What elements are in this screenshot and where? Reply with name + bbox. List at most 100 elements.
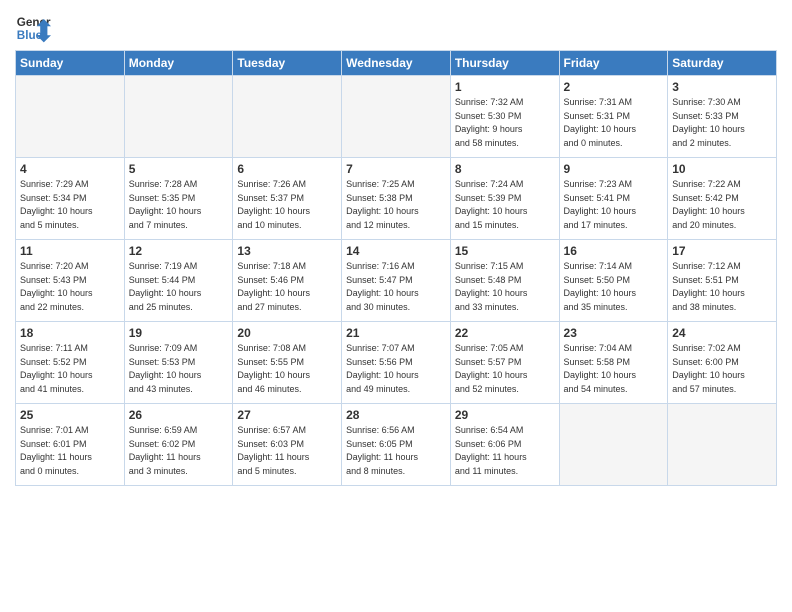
- day-info: Sunrise: 6:57 AM Sunset: 6:03 PM Dayligh…: [237, 424, 337, 478]
- day-number: 3: [672, 80, 772, 94]
- day-info: Sunrise: 7:18 AM Sunset: 5:46 PM Dayligh…: [237, 260, 337, 314]
- day-cell: [668, 404, 777, 486]
- day-info: Sunrise: 7:29 AM Sunset: 5:34 PM Dayligh…: [20, 178, 120, 232]
- weekday-header-wednesday: Wednesday: [342, 51, 451, 76]
- day-number: 8: [455, 162, 555, 176]
- day-cell: 9 Sunrise: 7:23 AM Sunset: 5:41 PM Daylig…: [559, 158, 668, 240]
- day-cell: [16, 76, 125, 158]
- day-cell: 23 Sunrise: 7:04 AM Sunset: 5:58 PM Dayli…: [559, 322, 668, 404]
- week-row-3: 11 Sunrise: 7:20 AM Sunset: 5:43 PM Dayli…: [16, 240, 777, 322]
- day-number: 10: [672, 162, 772, 176]
- day-cell: 27 Sunrise: 6:57 AM Sunset: 6:03 PM Dayli…: [233, 404, 342, 486]
- day-number: 24: [672, 326, 772, 340]
- day-cell: 1 Sunrise: 7:32 AM Sunset: 5:30 PM Daylig…: [450, 76, 559, 158]
- day-info: Sunrise: 7:04 AM Sunset: 5:58 PM Dayligh…: [564, 342, 664, 396]
- weekday-header-tuesday: Tuesday: [233, 51, 342, 76]
- day-number: 14: [346, 244, 446, 258]
- day-cell: 24 Sunrise: 7:02 AM Sunset: 6:00 PM Dayli…: [668, 322, 777, 404]
- day-cell: 20 Sunrise: 7:08 AM Sunset: 5:55 PM Dayli…: [233, 322, 342, 404]
- weekday-header-thursday: Thursday: [450, 51, 559, 76]
- day-number: 26: [129, 408, 229, 422]
- day-number: 4: [20, 162, 120, 176]
- day-cell: 17 Sunrise: 7:12 AM Sunset: 5:51 PM Dayli…: [668, 240, 777, 322]
- day-info: Sunrise: 6:59 AM Sunset: 6:02 PM Dayligh…: [129, 424, 229, 478]
- header: General Blue: [15, 10, 777, 46]
- day-number: 5: [129, 162, 229, 176]
- day-number: 23: [564, 326, 664, 340]
- day-cell: 5 Sunrise: 7:28 AM Sunset: 5:35 PM Daylig…: [124, 158, 233, 240]
- day-cell: 12Sunrise: 7:19 AM Sunset: 5:44 PM Dayli…: [124, 240, 233, 322]
- day-info: Sunrise: 6:54 AM Sunset: 6:06 PM Dayligh…: [455, 424, 555, 478]
- day-cell: 21 Sunrise: 7:07 AM Sunset: 5:56 PM Dayli…: [342, 322, 451, 404]
- day-cell: 13 Sunrise: 7:18 AM Sunset: 5:46 PM Dayli…: [233, 240, 342, 322]
- day-cell: 2 Sunrise: 7:31 AM Sunset: 5:31 PM Daylig…: [559, 76, 668, 158]
- day-number: 20: [237, 326, 337, 340]
- day-info: Sunrise: 7:28 AM Sunset: 5:35 PM Dayligh…: [129, 178, 229, 232]
- day-info: Sunrise: 7:23 AM Sunset: 5:41 PM Dayligh…: [564, 178, 664, 232]
- day-info: Sunrise: 7:26 AM Sunset: 5:37 PM Dayligh…: [237, 178, 337, 232]
- calendar-container: General Blue SundayMondayTuesdayWednesda…: [0, 0, 792, 496]
- day-number: 9: [564, 162, 664, 176]
- day-info: Sunrise: 7:30 AM Sunset: 5:33 PM Dayligh…: [672, 96, 772, 150]
- day-cell: 10Sunrise: 7:22 AM Sunset: 5:42 PM Dayli…: [668, 158, 777, 240]
- day-number: 27: [237, 408, 337, 422]
- day-number: 12: [129, 244, 229, 258]
- day-cell: [342, 76, 451, 158]
- day-number: 19: [129, 326, 229, 340]
- day-cell: 14 Sunrise: 7:16 AM Sunset: 5:47 PM Dayli…: [342, 240, 451, 322]
- week-row-5: 25Sunrise: 7:01 AM Sunset: 6:01 PM Dayli…: [16, 404, 777, 486]
- day-cell: 7 Sunrise: 7:25 AM Sunset: 5:38 PM Daylig…: [342, 158, 451, 240]
- day-number: 2: [564, 80, 664, 94]
- day-cell: 19 Sunrise: 7:09 AM Sunset: 5:53 PM Dayli…: [124, 322, 233, 404]
- day-cell: 22Sunrise: 7:05 AM Sunset: 5:57 PM Dayli…: [450, 322, 559, 404]
- day-cell: 25Sunrise: 7:01 AM Sunset: 6:01 PM Dayli…: [16, 404, 125, 486]
- day-info: Sunrise: 7:02 AM Sunset: 6:00 PM Dayligh…: [672, 342, 772, 396]
- day-info: Sunrise: 7:16 AM Sunset: 5:47 PM Dayligh…: [346, 260, 446, 314]
- day-info: Sunrise: 7:32 AM Sunset: 5:30 PM Dayligh…: [455, 96, 555, 150]
- day-number: 18: [20, 326, 120, 340]
- day-number: 17: [672, 244, 772, 258]
- day-info: Sunrise: 7:25 AM Sunset: 5:38 PM Dayligh…: [346, 178, 446, 232]
- day-number: 6: [237, 162, 337, 176]
- week-row-4: 18 Sunrise: 7:11 AM Sunset: 5:52 PM Dayli…: [16, 322, 777, 404]
- day-cell: 18 Sunrise: 7:11 AM Sunset: 5:52 PM Dayli…: [16, 322, 125, 404]
- day-number: 25: [20, 408, 120, 422]
- day-info: Sunrise: 7:05 AM Sunset: 5:57 PM Dayligh…: [455, 342, 555, 396]
- day-cell: [559, 404, 668, 486]
- day-number: 15: [455, 244, 555, 258]
- day-cell: 8 Sunrise: 7:24 AM Sunset: 5:39 PM Daylig…: [450, 158, 559, 240]
- day-info: Sunrise: 7:08 AM Sunset: 5:55 PM Dayligh…: [237, 342, 337, 396]
- day-number: 7: [346, 162, 446, 176]
- day-cell: 6 Sunrise: 7:26 AM Sunset: 5:37 PM Daylig…: [233, 158, 342, 240]
- day-info: Sunrise: 7:07 AM Sunset: 5:56 PM Dayligh…: [346, 342, 446, 396]
- day-info: Sunrise: 7:12 AM Sunset: 5:51 PM Dayligh…: [672, 260, 772, 314]
- day-cell: [124, 76, 233, 158]
- day-info: Sunrise: 7:20 AM Sunset: 5:43 PM Dayligh…: [20, 260, 120, 314]
- day-info: Sunrise: 7:14 AM Sunset: 5:50 PM Dayligh…: [564, 260, 664, 314]
- day-info: Sunrise: 7:31 AM Sunset: 5:31 PM Dayligh…: [564, 96, 664, 150]
- day-cell: 4 Sunrise: 7:29 AM Sunset: 5:34 PM Daylig…: [16, 158, 125, 240]
- day-number: 28: [346, 408, 446, 422]
- day-number: 13: [237, 244, 337, 258]
- logo-icon: General Blue: [15, 10, 51, 46]
- calendar-table: SundayMondayTuesdayWednesdayThursdayFrid…: [15, 50, 777, 486]
- week-row-1: 1 Sunrise: 7:32 AM Sunset: 5:30 PM Daylig…: [16, 76, 777, 158]
- weekday-header-saturday: Saturday: [668, 51, 777, 76]
- day-info: Sunrise: 6:56 AM Sunset: 6:05 PM Dayligh…: [346, 424, 446, 478]
- day-info: Sunrise: 7:09 AM Sunset: 5:53 PM Dayligh…: [129, 342, 229, 396]
- day-cell: [233, 76, 342, 158]
- day-cell: 16Sunrise: 7:14 AM Sunset: 5:50 PM Dayli…: [559, 240, 668, 322]
- day-cell: 11 Sunrise: 7:20 AM Sunset: 5:43 PM Dayli…: [16, 240, 125, 322]
- day-info: Sunrise: 7:15 AM Sunset: 5:48 PM Dayligh…: [455, 260, 555, 314]
- weekday-header-row: SundayMondayTuesdayWednesdayThursdayFrid…: [16, 51, 777, 76]
- day-info: Sunrise: 7:11 AM Sunset: 5:52 PM Dayligh…: [20, 342, 120, 396]
- weekday-header-sunday: Sunday: [16, 51, 125, 76]
- weekday-header-monday: Monday: [124, 51, 233, 76]
- logo: General Blue: [15, 10, 55, 46]
- day-number: 21: [346, 326, 446, 340]
- day-number: 11: [20, 244, 120, 258]
- weekday-header-friday: Friday: [559, 51, 668, 76]
- day-info: Sunrise: 7:24 AM Sunset: 5:39 PM Dayligh…: [455, 178, 555, 232]
- week-row-2: 4 Sunrise: 7:29 AM Sunset: 5:34 PM Daylig…: [16, 158, 777, 240]
- day-number: 1: [455, 80, 555, 94]
